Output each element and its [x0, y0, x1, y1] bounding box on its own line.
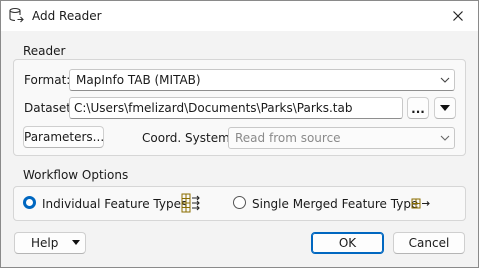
- coord-system-placeholder: Read from source: [235, 131, 341, 145]
- reader-group-title: Reader: [23, 44, 66, 58]
- format-label: Format:: [24, 73, 71, 87]
- close-icon[interactable]: [450, 8, 466, 24]
- dataset-field-value: C:\Users\fmelizard\Documents\Parks\Parks…: [74, 101, 353, 115]
- dataset-label: Dataset:: [24, 101, 76, 115]
- coord-system-select[interactable]: Read from source: [228, 127, 455, 149]
- browse-button[interactable]: ...: [407, 97, 429, 119]
- cancel-button[interactable]: Cancel: [393, 232, 465, 254]
- dialog-title: Add Reader: [32, 9, 102, 23]
- parameters-button[interactable]: Parameters...: [23, 126, 104, 148]
- individual-feature-types-label[interactable]: Individual Feature Types: [42, 197, 187, 211]
- reader-app-icon: [9, 7, 24, 23]
- help-dropdown-arrow-icon: [72, 240, 80, 245]
- individual-feature-types-radio[interactable]: [23, 196, 36, 209]
- dataset-field[interactable]: C:\Users\fmelizard\Documents\Parks\Parks…: [69, 97, 403, 119]
- single-merged-feature-type-label[interactable]: Single Merged Feature Type: [252, 197, 418, 211]
- format-select[interactable]: MapInfo TAB (MITAB): [69, 69, 455, 91]
- format-select-value: MapInfo TAB (MITAB): [76, 73, 201, 87]
- chevron-down-icon: [440, 77, 450, 83]
- chevron-down-icon: [440, 135, 450, 141]
- dropdown-arrow-icon: [440, 105, 450, 111]
- ok-button[interactable]: OK: [311, 232, 384, 254]
- single-merged-feature-type-radio[interactable]: [233, 196, 246, 209]
- help-button-label: Help: [31, 236, 59, 250]
- individual-feature-types-icon: [181, 193, 200, 213]
- dataset-dropdown-button[interactable]: [434, 97, 456, 119]
- coord-system-label: Coord. System:: [142, 131, 234, 145]
- workflow-options-title: Workflow Options: [23, 168, 129, 182]
- single-merged-feature-type-icon: [411, 198, 430, 209]
